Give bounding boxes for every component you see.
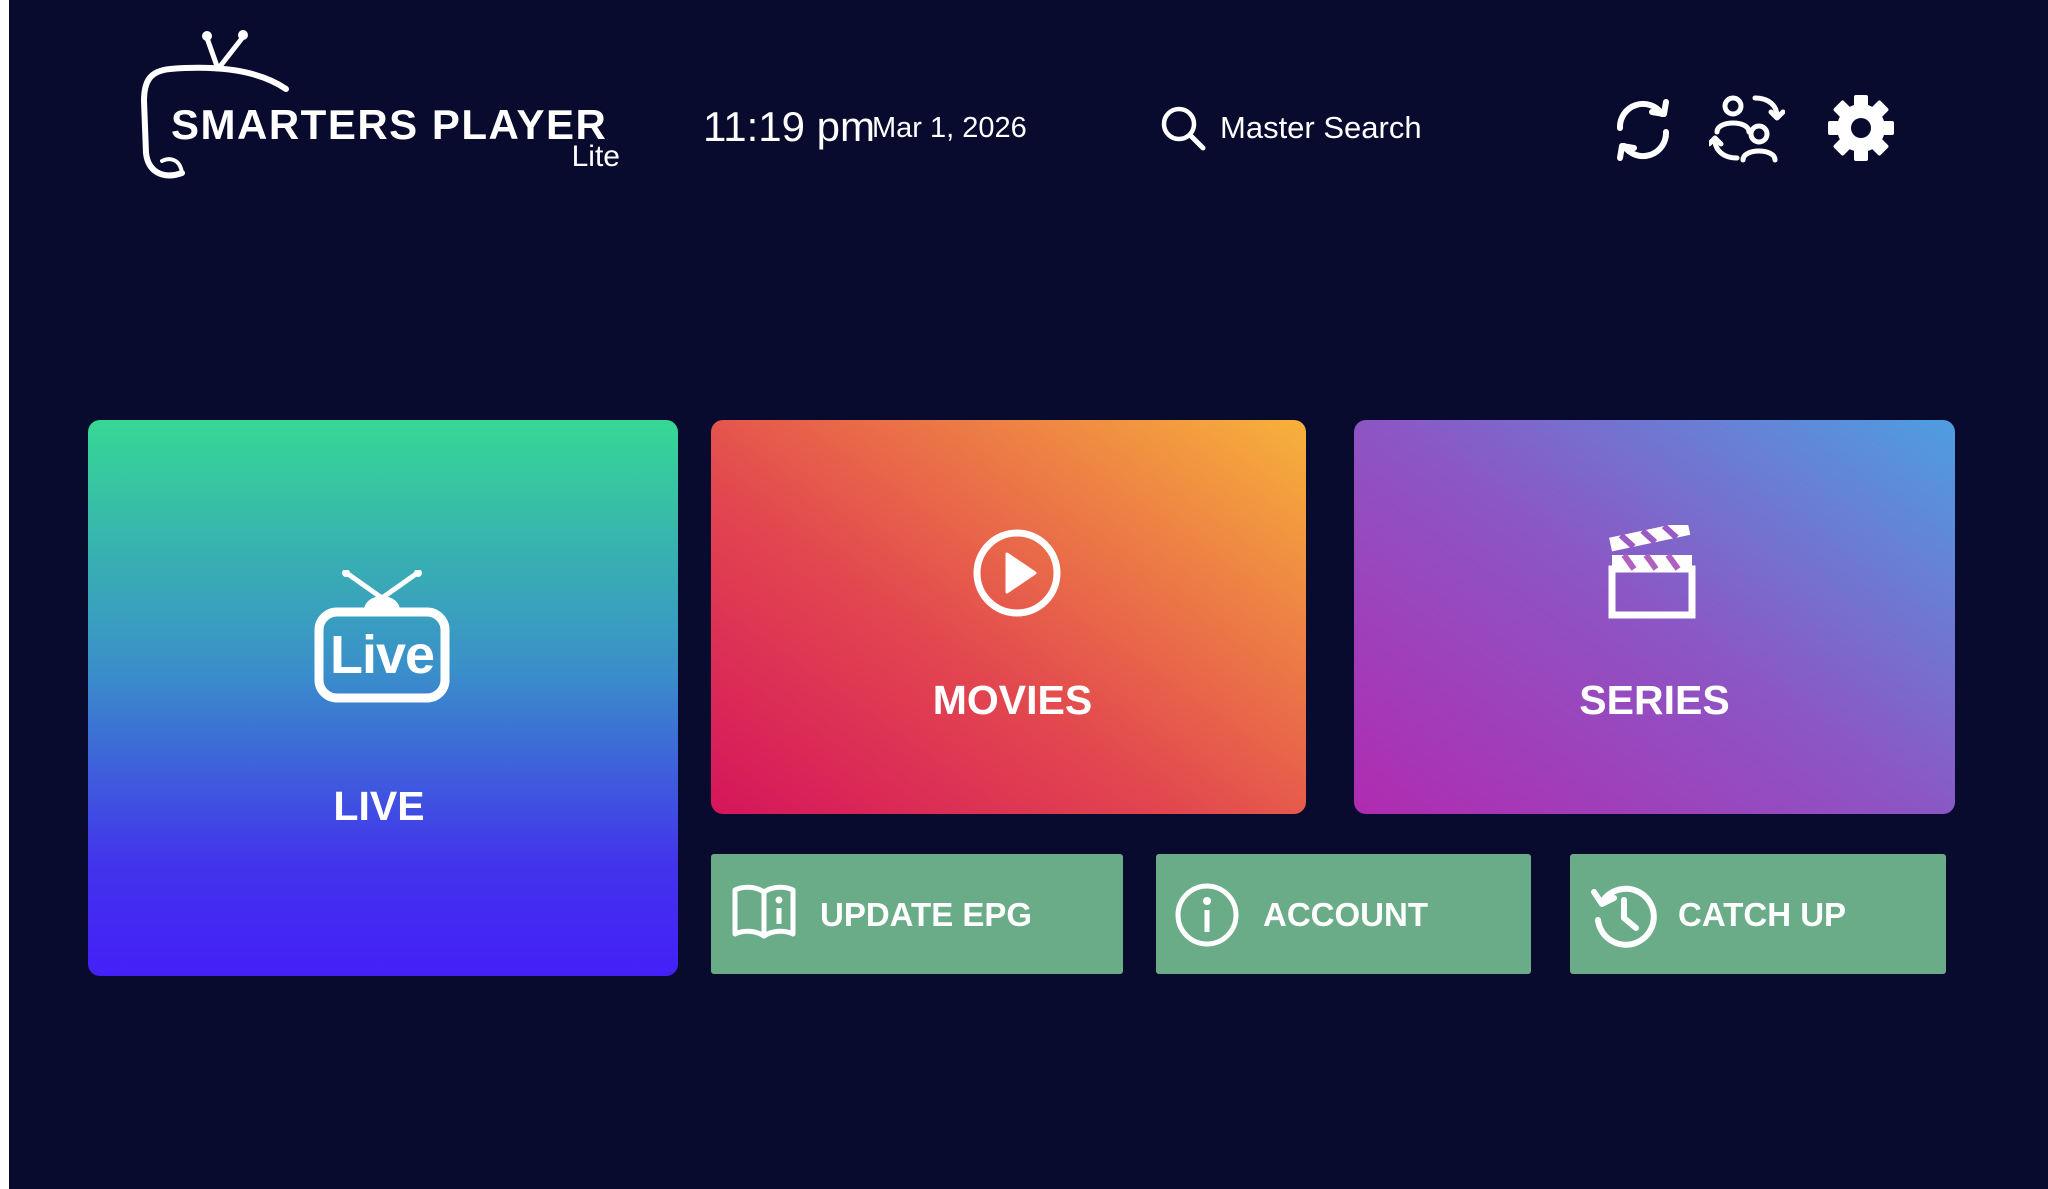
logo-subtitle: Lite bbox=[571, 140, 620, 173]
catch-up-label: CATCH UP bbox=[1678, 896, 1847, 933]
refresh-icon[interactable] bbox=[1608, 94, 1678, 164]
master-search-button[interactable]: Master Search bbox=[1160, 100, 1422, 156]
master-search-label: Master Search bbox=[1220, 110, 1422, 145]
history-clock-icon bbox=[1591, 885, 1657, 948]
home-screen: SMARTERS PLAYER Lite 11:19 pm Mar 1, 202… bbox=[9, 0, 2048, 1189]
switch-user-icon[interactable] bbox=[1709, 90, 1785, 166]
movies-label: MOVIES bbox=[932, 677, 1093, 723]
movies-tile[interactable]: MOVIES bbox=[711, 420, 1306, 814]
account-label: ACCOUNT bbox=[1263, 896, 1428, 933]
live-badge-text: Live bbox=[329, 625, 435, 685]
live-label: LIVE bbox=[333, 783, 425, 829]
clock-date: Mar 1, 2026 bbox=[872, 112, 1027, 144]
settings-gear-icon[interactable] bbox=[1827, 94, 1895, 162]
info-circle-icon bbox=[1175, 883, 1239, 947]
catch-up-button[interactable]: CATCH UP bbox=[1570, 854, 1946, 974]
app-logo: SMARTERS PLAYER Lite bbox=[140, 25, 620, 185]
series-tile[interactable]: SERIES bbox=[1354, 420, 1955, 814]
search-icon bbox=[1161, 106, 1206, 151]
live-tile[interactable]: Live LIVE bbox=[88, 420, 678, 976]
play-circle-icon bbox=[973, 529, 1061, 617]
update-epg-label: UPDATE EPG bbox=[820, 896, 1033, 933]
clapperboard-icon bbox=[1608, 525, 1696, 619]
logo-title: SMARTERS PLAYER bbox=[171, 101, 608, 148]
clock-time: 11:19 pm bbox=[703, 103, 875, 150]
account-button[interactable]: ACCOUNT bbox=[1156, 854, 1531, 974]
book-info-icon bbox=[732, 884, 796, 939]
series-label: SERIES bbox=[1579, 677, 1730, 723]
update-epg-button[interactable]: UPDATE EPG bbox=[711, 854, 1123, 974]
